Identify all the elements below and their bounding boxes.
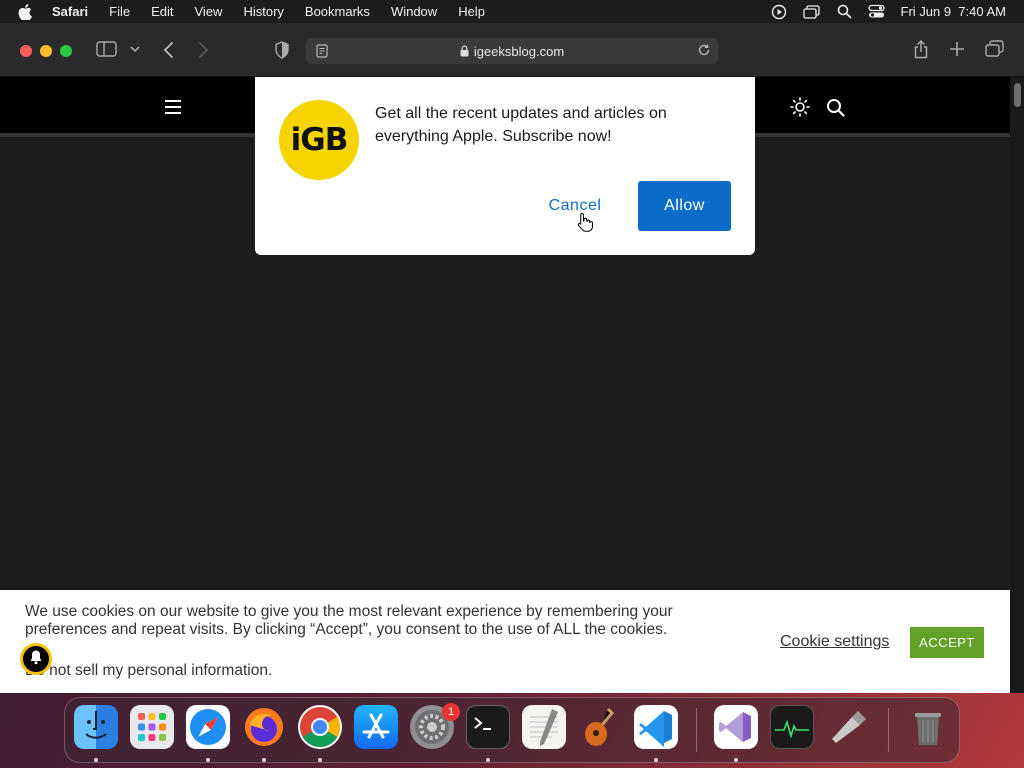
allow-button[interactable]: Allow xyxy=(638,181,731,231)
dock-separator xyxy=(696,708,697,752)
chrome-icon[interactable] xyxy=(298,705,342,749)
reader-view-icon[interactable] xyxy=(316,44,328,61)
app-store-icon[interactable] xyxy=(354,705,398,749)
trash-icon[interactable] xyxy=(906,705,950,749)
terminal-running-indicator xyxy=(486,758,490,762)
dialog-message: Get all the recent updates and articles … xyxy=(375,105,667,145)
menu-app-name[interactable]: Safari xyxy=(52,4,88,19)
cancel-button[interactable]: Cancel xyxy=(531,181,619,231)
close-window-button[interactable] xyxy=(20,45,32,57)
visual-studio-running-indicator xyxy=(734,758,738,762)
textedit-icon[interactable] xyxy=(522,705,566,749)
vscode-running-indicator xyxy=(654,758,658,762)
dock-separator-2 xyxy=(888,708,889,752)
new-tab-icon[interactable] xyxy=(949,41,965,57)
page-scrollbar[interactable] xyxy=(1010,77,1024,693)
sidebar-toggle-icon[interactable] xyxy=(96,41,118,57)
forward-button[interactable] xyxy=(196,41,210,59)
minimize-window-button[interactable] xyxy=(40,45,52,57)
activity-monitor-icon[interactable] xyxy=(770,705,814,749)
reload-icon[interactable] xyxy=(697,43,711,60)
system-settings-badge: 1 xyxy=(442,703,460,721)
hamburger-menu-icon[interactable] xyxy=(164,99,182,120)
url-text: igeeksblog.com xyxy=(473,43,565,59)
terminal-icon[interactable] xyxy=(466,705,510,749)
menu-bar: Safari File Edit View History Bookmarks … xyxy=(0,0,1024,23)
privacy-shield-icon[interactable] xyxy=(274,41,290,59)
cookie-accept-button[interactable]: ACCEPT xyxy=(910,627,984,658)
launchpad-icon[interactable] xyxy=(130,705,174,749)
usb-drive-icon[interactable] xyxy=(826,705,870,749)
tab-overview-icon[interactable] xyxy=(985,40,1005,58)
theme-toggle-sun-icon[interactable] xyxy=(790,97,810,122)
visual-studio-icon[interactable] xyxy=(714,705,758,749)
menu-help[interactable]: Help xyxy=(458,4,485,19)
firefox-running-indicator xyxy=(262,758,266,762)
hand-pointer-cursor-icon xyxy=(577,212,593,237)
spotlight-search-icon[interactable] xyxy=(837,4,852,19)
screen-recording-icon[interactable] xyxy=(771,4,787,20)
garageband-icon[interactable] xyxy=(578,705,622,749)
menu-window[interactable]: Window xyxy=(391,4,437,19)
do-not-sell-link[interactable]: Do not sell my personal information. xyxy=(25,662,272,680)
menu-bookmarks[interactable]: Bookmarks xyxy=(305,4,370,19)
back-button[interactable] xyxy=(162,41,176,59)
apple-menu-icon[interactable] xyxy=(18,3,34,20)
finder-icon[interactable] xyxy=(74,705,118,749)
menu-edit[interactable]: Edit xyxy=(151,4,173,19)
lock-icon xyxy=(460,45,469,57)
vscode-icon[interactable] xyxy=(634,705,678,749)
address-bar[interactable]: igeeksblog.com xyxy=(306,38,718,64)
menu-file[interactable]: File xyxy=(109,4,130,19)
browser-toolbar: igeeksblog.com xyxy=(0,23,1024,77)
firefox-icon[interactable] xyxy=(242,705,286,749)
share-icon[interactable] xyxy=(912,39,930,59)
site-search-icon[interactable] xyxy=(826,98,845,122)
tab-groups-chevron-icon[interactable] xyxy=(129,43,141,55)
menu-history[interactable]: History xyxy=(243,4,283,19)
chrome-running-indicator xyxy=(318,758,322,762)
scrollbar-thumb[interactable] xyxy=(1014,83,1021,107)
zoom-window-button[interactable] xyxy=(60,45,72,57)
push-notification-dialog: iGB Get all the recent updates and artic… xyxy=(255,77,755,255)
control-center-icon[interactable] xyxy=(867,4,885,19)
cookie-settings-link[interactable]: Cookie settings xyxy=(780,633,889,651)
finder-running-indicator xyxy=(94,758,98,762)
cookie-banner: We use cookies on our website to give yo… xyxy=(0,590,1010,693)
cookie-text: We use cookies on our website to give yo… xyxy=(25,603,673,638)
safari-window: igeeksblog.com We use cookies on our web… xyxy=(0,23,1024,693)
menu-view[interactable]: View xyxy=(195,4,223,19)
menu-clock[interactable]: Fri Jun 9 7:40 AM xyxy=(901,4,1007,19)
igb-logo: iGB xyxy=(279,100,359,180)
dock: 1 xyxy=(64,697,960,763)
safari-running-indicator xyxy=(206,758,210,762)
bell-icon xyxy=(29,649,43,670)
notification-bell-button[interactable] xyxy=(20,643,52,675)
screen-mirroring-icon[interactable] xyxy=(802,4,821,20)
safari-icon[interactable] xyxy=(186,705,230,749)
